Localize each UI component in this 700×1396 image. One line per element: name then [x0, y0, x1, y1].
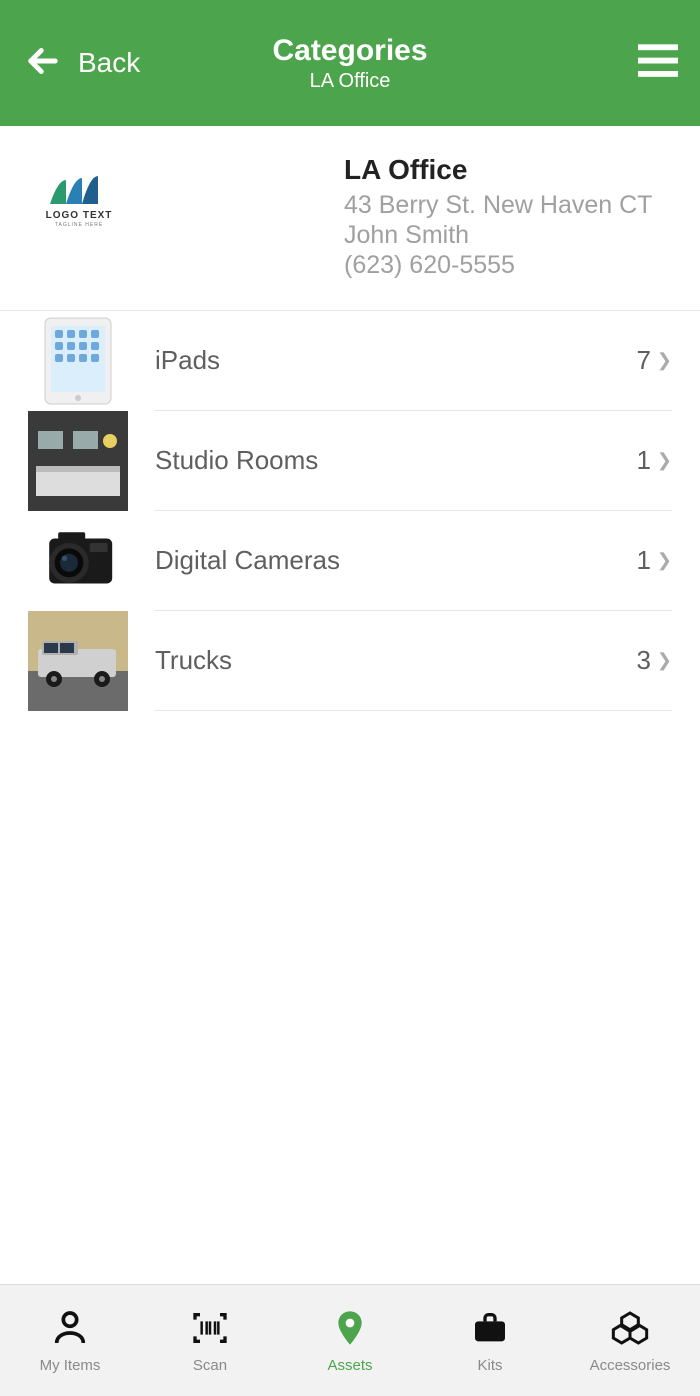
tab-label: Assets: [327, 1357, 372, 1374]
category-count: 1: [636, 545, 650, 576]
category-count-block: 1 ❯: [636, 445, 672, 476]
chevron-right-icon: ❯: [657, 550, 672, 571]
tab-label: My Items: [40, 1357, 101, 1374]
page-title: Categories: [272, 34, 427, 68]
barcode-icon: [190, 1308, 230, 1353]
page-subtitle: LA Office: [272, 70, 427, 93]
chevron-right-icon: ❯: [657, 650, 672, 671]
logo-text-primary: LOGO TEXT: [46, 210, 113, 221]
location-details: LA Office 43 Berry St. New Haven CT John…: [344, 154, 652, 280]
logo-icon: [48, 170, 110, 206]
pin-icon: [330, 1308, 370, 1353]
category-list: iPads 7 ❯ Studio Rooms 1 ❯ Digital Camer…: [0, 311, 700, 711]
logo-text-secondary: TAGLINE HERE: [55, 222, 103, 228]
tab-label: Scan: [193, 1357, 227, 1374]
tab-label: Accessories: [590, 1357, 671, 1374]
category-count-block: 7 ❯: [636, 345, 672, 376]
category-count: 1: [636, 445, 650, 476]
category-thumb: [28, 411, 128, 511]
hamburger-icon: [638, 65, 678, 82]
app-header: Back Categories LA Office: [0, 0, 700, 126]
tab-scan[interactable]: Scan: [140, 1308, 280, 1374]
menu-button[interactable]: [638, 44, 678, 83]
chevron-right-icon: ❯: [657, 350, 672, 371]
category-row-ipads[interactable]: iPads 7 ❯: [0, 311, 700, 411]
category-count-block: 3 ❯: [636, 645, 672, 676]
category-count: 7: [636, 345, 650, 376]
location-logo: LOGO TEXT TAGLINE HERE: [34, 154, 124, 244]
category-row-studio-rooms[interactable]: Studio Rooms 1 ❯: [0, 411, 700, 511]
location-address: 43 Berry St. New Haven CT: [344, 190, 652, 220]
category-label: iPads: [155, 345, 220, 376]
person-icon: [50, 1308, 90, 1353]
location-contact: John Smith: [344, 220, 652, 250]
category-label: Trucks: [155, 645, 232, 676]
header-title-block: Categories LA Office: [272, 34, 427, 93]
category-count: 3: [636, 645, 650, 676]
back-button[interactable]: Back: [22, 40, 140, 87]
category-row-digital-cameras[interactable]: Digital Cameras 1 ❯: [0, 511, 700, 611]
tab-bar: My Items Scan Assets Kits Accessories: [0, 1284, 700, 1396]
briefcase-icon: [470, 1308, 510, 1353]
chevron-right-icon: ❯: [657, 450, 672, 471]
location-info: LOGO TEXT TAGLINE HERE LA Office 43 Berr…: [0, 126, 700, 311]
category-count-block: 1 ❯: [636, 545, 672, 576]
back-arrow-icon: [22, 40, 64, 87]
tab-kits[interactable]: Kits: [420, 1308, 560, 1374]
boxes-icon: [610, 1308, 650, 1353]
tab-assets[interactable]: Assets: [280, 1308, 420, 1374]
tab-my-items[interactable]: My Items: [0, 1308, 140, 1374]
tab-label: Kits: [477, 1357, 502, 1374]
back-label: Back: [78, 47, 140, 79]
category-row-trucks[interactable]: Trucks 3 ❯: [0, 611, 700, 711]
tab-accessories[interactable]: Accessories: [560, 1308, 700, 1374]
category-thumb: [28, 511, 128, 611]
category-thumb: [28, 311, 128, 411]
category-label: Studio Rooms: [155, 445, 318, 476]
location-phone: (623) 620-5555: [344, 250, 652, 280]
category-label: Digital Cameras: [155, 545, 340, 576]
category-thumb: [28, 611, 128, 711]
location-name: LA Office: [344, 154, 652, 186]
